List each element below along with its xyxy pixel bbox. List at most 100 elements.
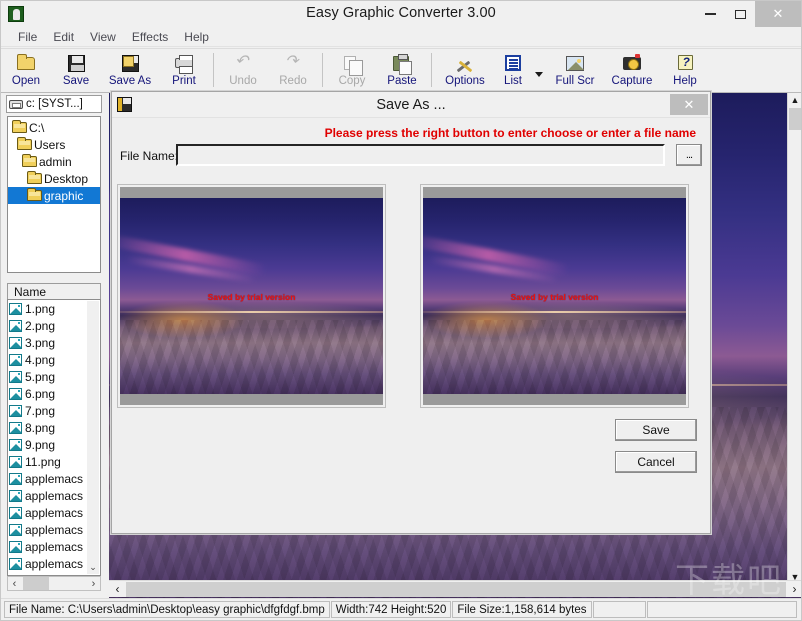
- dialog-title-bar: Save As ... ✕: [112, 92, 710, 118]
- horizontal-scroll-track[interactable]: [126, 582, 786, 597]
- title-bar: Easy Graphic Converter 3.00 ✕: [1, 1, 801, 27]
- toolbar-button-full-screen[interactable]: Full Scr: [546, 51, 604, 92]
- dialog-close-button[interactable]: ✕: [670, 94, 708, 115]
- preview-band-bottom: [120, 394, 383, 405]
- toolbar-button-help[interactable]: Help: [660, 51, 710, 92]
- toolbar-label-paste: Paste: [387, 75, 416, 87]
- scroll-right-arrow-icon[interactable]: ›: [786, 582, 802, 596]
- scroll-left-arrow-icon[interactable]: ‹: [109, 582, 126, 596]
- toolbar-button-options[interactable]: Options: [436, 51, 494, 92]
- toolbar-label-undo: Undo: [229, 75, 257, 87]
- toolbar-separator: [213, 53, 214, 87]
- list-item-label: applemacs: [25, 489, 83, 503]
- vertical-scroll-thumb[interactable]: [789, 108, 801, 130]
- hammer-wrench-icon: [454, 53, 476, 73]
- toolbar-button-undo[interactable]: Undo: [218, 51, 268, 92]
- sidebar: c: [SYST...] C:\ Users admin Desktop gra…: [1, 93, 108, 599]
- toolbar-button-paste[interactable]: Paste: [377, 51, 427, 92]
- drive-icon: [9, 100, 23, 109]
- menu-item-view[interactable]: View: [82, 29, 124, 45]
- toolbar-label-options: Options: [445, 75, 485, 87]
- sand-texture: [120, 320, 383, 394]
- preview-band-bottom: [423, 394, 686, 405]
- toolbar-label-save-as: Save As: [109, 75, 151, 87]
- toolbar-button-save-as[interactable]: Save As: [101, 51, 159, 92]
- question-note-icon: [674, 53, 696, 73]
- scroll-left-arrow-icon[interactable]: ‹: [8, 578, 21, 590]
- image-file-icon: [9, 337, 22, 349]
- tree-item-label: graphic: [44, 189, 83, 203]
- tree-item-c-drive[interactable]: C:\: [8, 119, 100, 136]
- tree-item-label: C:\: [29, 121, 44, 135]
- menu-item-file[interactable]: File: [10, 29, 45, 45]
- toolbar-button-save[interactable]: Save: [51, 51, 101, 92]
- toolbar-button-open[interactable]: Open: [1, 51, 51, 92]
- cancel-button[interactable]: Cancel: [615, 451, 697, 473]
- list-item-label: 9.png: [25, 438, 55, 452]
- clipboard-paste-icon: [391, 53, 413, 73]
- save-button[interactable]: Save: [615, 419, 697, 441]
- toolbar-label-save: Save: [63, 75, 89, 87]
- window-title: Easy Graphic Converter 3.00: [1, 5, 801, 21]
- drive-selector[interactable]: c: [SYST...]: [6, 95, 102, 113]
- file-list-horizontal-scrollbar[interactable]: ‹ ›: [7, 576, 101, 591]
- toolbar-label-list: List: [504, 75, 522, 87]
- image-file-icon: [9, 405, 22, 417]
- tree-item-label: Desktop: [44, 172, 88, 186]
- file-list-column-header[interactable]: Name: [7, 283, 101, 300]
- preview-band-top: [423, 187, 686, 198]
- image-file-icon: [9, 371, 22, 383]
- toolbar-button-list[interactable]: List: [494, 51, 532, 92]
- menu-bar: File Edit View Effects Help: [1, 27, 801, 47]
- toolbar-separator: [431, 53, 432, 87]
- tree-item-graphic[interactable]: graphic: [8, 187, 100, 204]
- scroll-up-arrow-icon[interactable]: ▲: [788, 93, 802, 107]
- file-name-label: File Name:: [120, 149, 178, 163]
- chevron-down-icon[interactable]: [532, 51, 546, 92]
- list-item-label: applemacs: [25, 506, 83, 520]
- folder-tree[interactable]: C:\ Users admin Desktop graphic: [7, 116, 101, 273]
- tree-item-label: Users: [34, 138, 65, 152]
- status-extra-2: [647, 601, 797, 618]
- image-file-icon: [9, 524, 22, 536]
- preview-image-left: Saved by trial version: [120, 198, 383, 394]
- tree-item-admin[interactable]: admin: [8, 153, 100, 170]
- toolbar-button-capture[interactable]: Capture: [604, 51, 660, 92]
- dialog-warning-text: Please press the right button to enter c…: [325, 126, 696, 140]
- toolbar-button-copy[interactable]: Copy: [327, 51, 377, 92]
- toolbar-label-help: Help: [673, 75, 697, 87]
- horizontal-scroll-thumb[interactable]: [23, 577, 49, 590]
- tree-item-users[interactable]: Users: [8, 136, 100, 153]
- list-item-label: 11.png: [25, 455, 61, 469]
- file-name-input[interactable]: [176, 144, 665, 166]
- close-button[interactable]: ✕: [755, 1, 801, 27]
- scroll-right-arrow-icon[interactable]: ›: [87, 578, 100, 590]
- canvas-horizontal-scrollbar[interactable]: ‹ ›: [109, 580, 802, 597]
- file-list[interactable]: 1.png 2.png 3.png 4.png 5.png 6.png 7.pn…: [7, 299, 101, 576]
- tree-item-desktop[interactable]: Desktop: [8, 170, 100, 187]
- folder-icon: [27, 173, 42, 184]
- menu-item-effects[interactable]: Effects: [124, 29, 176, 45]
- copy-pages-icon: [341, 53, 363, 73]
- toolbar-button-print[interactable]: Print: [159, 51, 209, 92]
- printer-icon: [173, 53, 195, 73]
- preview-source: Saved by trial version: [117, 184, 386, 408]
- maximize-button[interactable]: [725, 1, 755, 27]
- list-item-label: 4.png: [25, 353, 55, 367]
- horizon-line: [120, 311, 383, 313]
- application-window: Easy Graphic Converter 3.00 ✕ File Edit …: [0, 0, 802, 621]
- list-item-label: applemacs: [25, 540, 83, 554]
- toolbar-label-capture: Capture: [612, 75, 653, 87]
- file-list-vertical-scrollbar[interactable]: ⌄: [87, 301, 99, 574]
- canvas-vertical-scrollbar[interactable]: ▲ ▼: [787, 93, 801, 584]
- image-file-icon: [9, 303, 22, 315]
- toolbar-label-open: Open: [12, 75, 40, 87]
- folder-icon: [12, 122, 27, 133]
- browse-button[interactable]: ...: [676, 144, 702, 166]
- minimize-button[interactable]: [695, 1, 725, 27]
- scroll-down-arrow-icon[interactable]: ⌄: [88, 562, 98, 572]
- image-file-icon: [9, 507, 22, 519]
- menu-item-edit[interactable]: Edit: [45, 29, 82, 45]
- toolbar-button-redo[interactable]: Redo: [268, 51, 318, 92]
- menu-item-help[interactable]: Help: [176, 29, 217, 45]
